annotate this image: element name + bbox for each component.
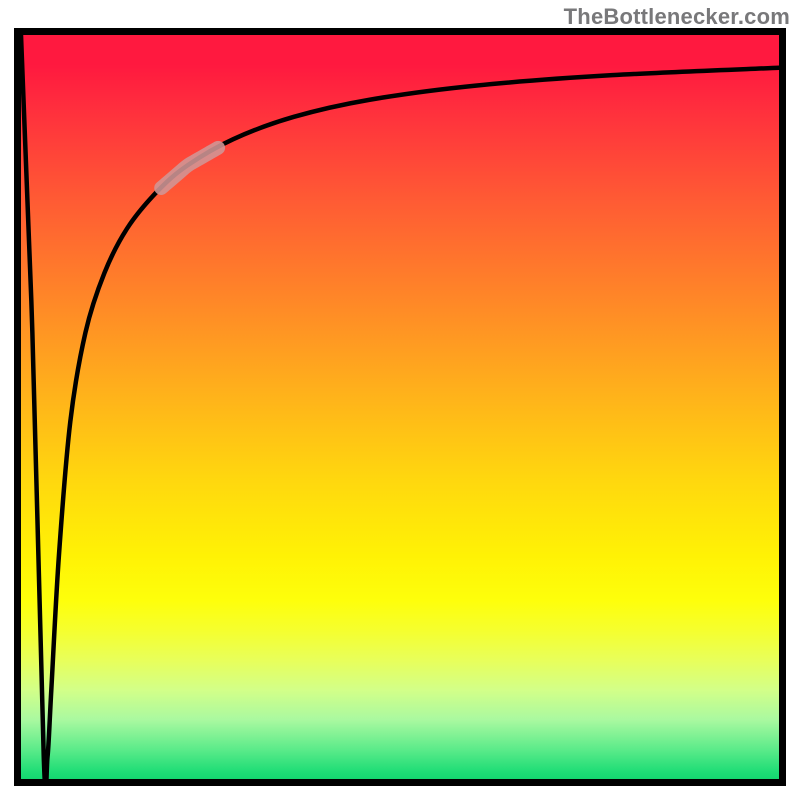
attribution-label: TheBottlenecker.com [564, 4, 790, 30]
curve-svg [21, 35, 779, 779]
highlight-segment [161, 148, 218, 188]
chart-stage: TheBottlenecker.com [0, 0, 800, 800]
bottleneck-curve [21, 35, 779, 779]
plot-frame [14, 28, 786, 786]
